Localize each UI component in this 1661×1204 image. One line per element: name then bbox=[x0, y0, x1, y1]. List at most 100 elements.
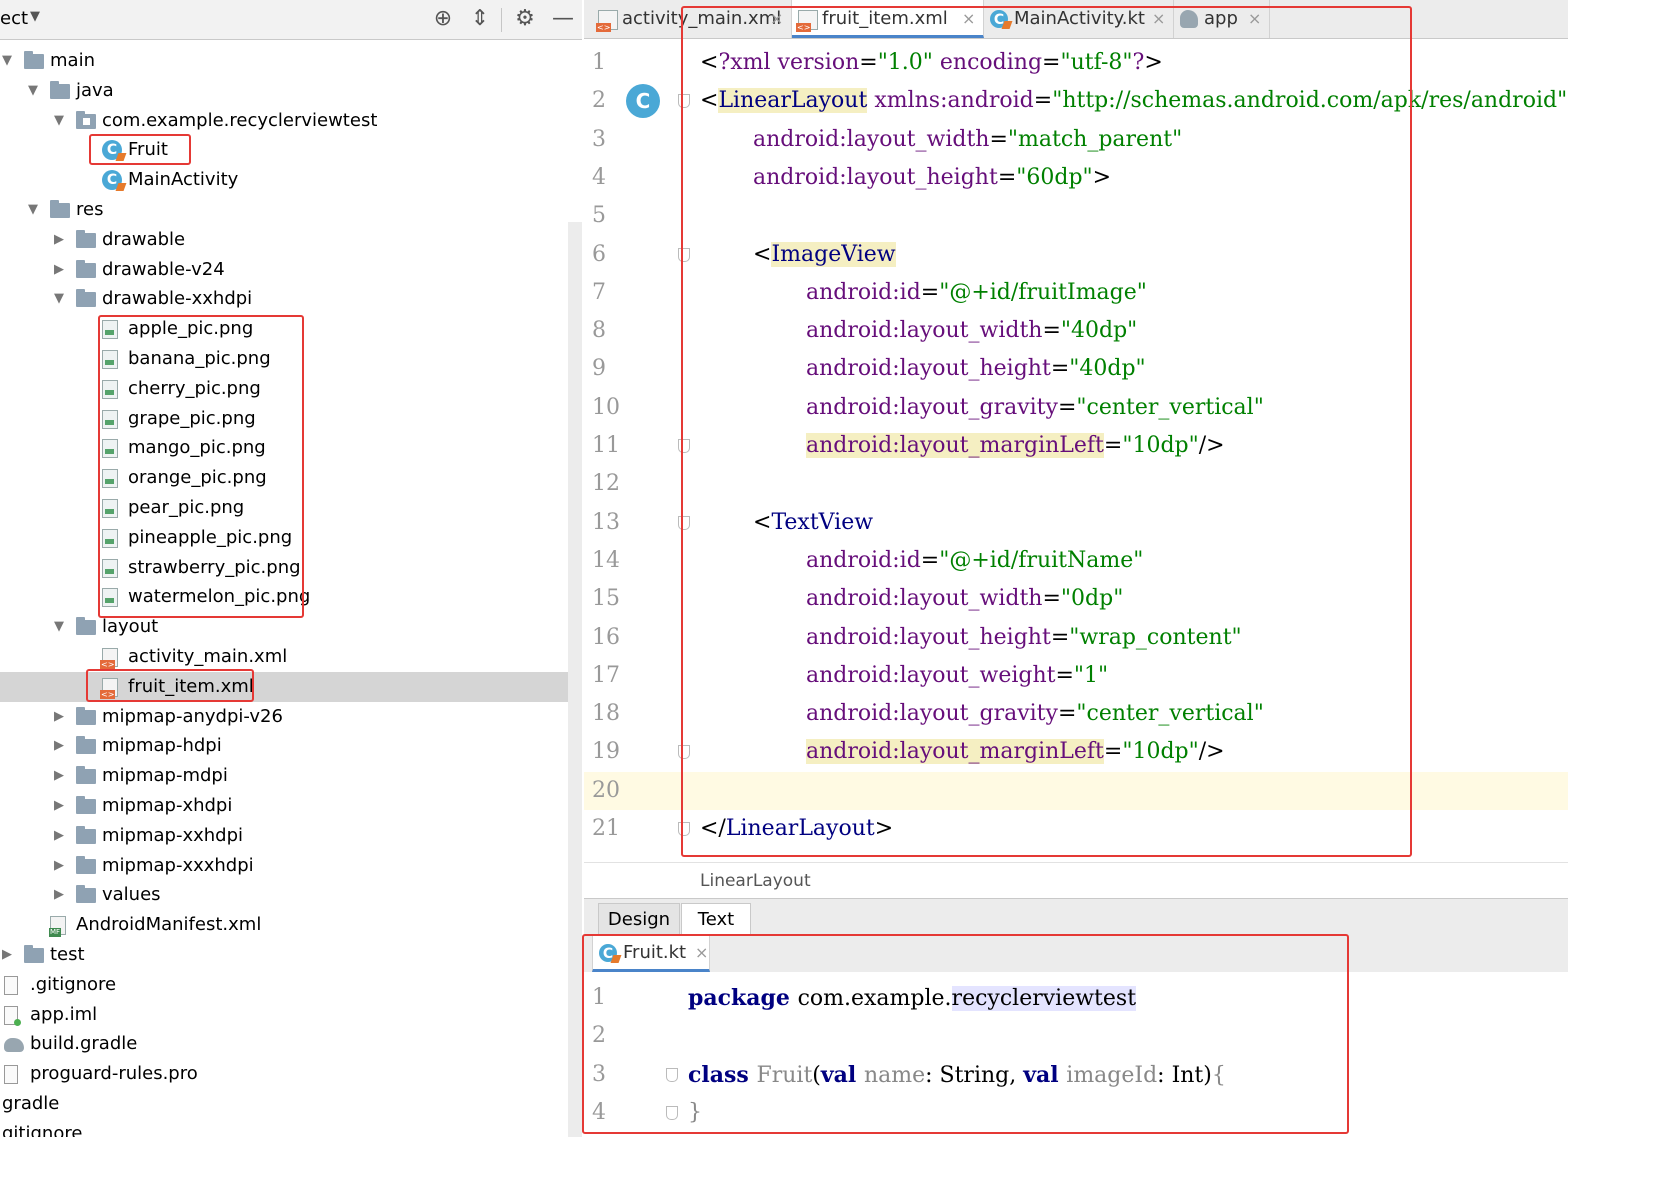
tree-item[interactable]: ▼ main bbox=[0, 46, 582, 76]
folder-icon bbox=[76, 825, 96, 844]
line-number: 6 bbox=[592, 241, 606, 267]
tree-item[interactable]: C MainActivity bbox=[0, 165, 582, 195]
tree-item-label: mipmap-mdpi bbox=[102, 765, 228, 787]
collapse-arrow-icon[interactable]: ▶ bbox=[52, 225, 66, 255]
tree-item[interactable]: activity_main.xml bbox=[0, 642, 582, 672]
line-number: 3 bbox=[592, 126, 606, 152]
tree-item-label: main bbox=[50, 50, 95, 71]
line-number: 17 bbox=[592, 662, 620, 688]
tree-item[interactable]: C Fruit bbox=[0, 135, 582, 165]
tree-item-label: mipmap-anydpi-v26 bbox=[102, 705, 283, 727]
line-number: 5 bbox=[592, 203, 606, 229]
collapse-arrow-icon[interactable]: ▶ bbox=[52, 791, 66, 821]
tree-item-label: .gitignore bbox=[30, 973, 117, 995]
line-number: 13 bbox=[592, 509, 620, 535]
collapse-arrow-icon[interactable]: ▶ bbox=[52, 761, 66, 791]
tree-item-label: AndroidManifest.xml bbox=[76, 914, 262, 936]
line-number: 4 bbox=[592, 164, 606, 190]
folder-icon bbox=[76, 617, 96, 636]
line-number: 19 bbox=[592, 739, 620, 765]
collapse-arrow-icon[interactable]: ▶ bbox=[52, 821, 66, 851]
breadcrumb: LinearLayout bbox=[584, 862, 1568, 899]
line-number: 12 bbox=[592, 471, 620, 497]
tree-item[interactable]: ▼ res bbox=[0, 195, 582, 225]
tree-item[interactable]: ▶ mipmap-mdpi bbox=[0, 761, 582, 791]
folder-icon bbox=[76, 796, 96, 814]
chevron-down-icon[interactable]: ▼ bbox=[30, 9, 40, 24]
line-number: 10 bbox=[592, 394, 620, 420]
hide-panel-icon[interactable]: — bbox=[550, 6, 576, 32]
tree-item[interactable]: ▶ drawable bbox=[0, 225, 582, 255]
tree-item-label: java bbox=[76, 79, 114, 101]
design-text-tab-bar: Design Text bbox=[584, 898, 1568, 935]
folder-icon bbox=[76, 885, 96, 904]
tree-item-label: mipmap-xhdpi bbox=[102, 795, 233, 816]
expand-arrow-icon[interactable]: ▼ bbox=[52, 284, 66, 314]
breadcrumb-item[interactable]: LinearLayout bbox=[700, 863, 811, 899]
collapse-arrow-icon[interactable]: ▶ bbox=[52, 731, 66, 761]
tree-item-label: res bbox=[76, 199, 104, 220]
collapse-arrow-icon[interactable]: ▶ bbox=[52, 702, 66, 732]
tree-item-label: build.gradle bbox=[30, 1033, 138, 1055]
tree-item[interactable]: ▼ drawable-xxhdpi bbox=[0, 284, 582, 314]
tree-item-label: mipmap-xxxhdpi bbox=[102, 854, 254, 876]
text-file-icon bbox=[4, 1065, 18, 1085]
locate-icon[interactable]: ⊕ bbox=[430, 6, 456, 32]
collapse-arrow-icon[interactable]: ▶ bbox=[52, 851, 66, 881]
tab-text[interactable]: Text bbox=[681, 903, 751, 935]
tree-item[interactable]: ▶ drawable-v24 bbox=[0, 255, 582, 285]
class-gutter-icon[interactable]: C bbox=[626, 84, 660, 118]
expand-arrow-icon[interactable]: ▼ bbox=[26, 195, 40, 225]
scrollbar[interactable] bbox=[568, 222, 582, 1137]
tree-item[interactable]: ▶ mipmap-hdpi bbox=[0, 731, 582, 761]
tree-item[interactable]: .gitignore bbox=[0, 970, 582, 1000]
tree-item[interactable]: app.iml bbox=[0, 1000, 582, 1030]
tree-item[interactable]: ▶ test bbox=[0, 940, 582, 970]
tree-item[interactable]: ▶ mipmap-xhdpi bbox=[0, 791, 582, 821]
line-number: 7 bbox=[592, 279, 606, 305]
highlight-box-images bbox=[98, 315, 304, 618]
tab-design[interactable]: Design bbox=[598, 903, 680, 935]
collapse-arrow-icon[interactable]: ▶ bbox=[52, 880, 66, 910]
tree-item[interactable]: ▶ mipmap-xxxhdpi bbox=[0, 851, 582, 881]
line-number: 18 bbox=[592, 701, 620, 727]
folder-icon bbox=[24, 945, 44, 963]
tree-item[interactable]: ▶ values bbox=[0, 880, 582, 910]
tree-item-label: activity_main.xml bbox=[128, 646, 288, 667]
tree-item-label: mipmap-xxhdpi bbox=[102, 824, 244, 846]
folder-icon bbox=[50, 80, 70, 99]
gear-icon[interactable]: ⚙ bbox=[512, 6, 538, 32]
tree-item[interactable]: AndroidManifest.xml bbox=[0, 910, 582, 940]
tree-item-label: com.example.recyclerviewtest bbox=[102, 109, 378, 131]
folder-icon bbox=[76, 289, 96, 308]
collapse-arrow-icon[interactable]: ▶ bbox=[52, 255, 66, 285]
project-view-selector[interactable]: ect bbox=[0, 8, 28, 29]
folder-icon bbox=[50, 200, 70, 218]
xml-file-icon bbox=[596, 10, 618, 32]
tree-item[interactable]: build.gradle bbox=[0, 1029, 582, 1059]
tree-item[interactable]: ▼ java bbox=[0, 76, 582, 106]
expand-arrow-icon[interactable]: ▼ bbox=[52, 106, 66, 136]
tree-item[interactable]: ▶ mipmap-anydpi-v26 bbox=[0, 702, 582, 732]
expand-arrow-icon[interactable]: ▼ bbox=[0, 46, 14, 76]
line-number: 20 bbox=[592, 777, 620, 803]
tree-item-label: proguard-rules.pro bbox=[30, 1063, 198, 1085]
line-number: 14 bbox=[592, 547, 620, 573]
collapse-all-icon[interactable]: ⇕ bbox=[467, 6, 493, 32]
package-icon bbox=[76, 110, 96, 129]
tree-item[interactable]: ▶ mipmap-xxhdpi bbox=[0, 821, 582, 851]
expand-arrow-icon[interactable]: ▼ bbox=[52, 612, 66, 642]
tree-item[interactable]: gitignore bbox=[0, 1119, 582, 1137]
tree-item[interactable]: ▼ com.example.recyclerviewtest bbox=[0, 106, 582, 136]
line-number: 1 bbox=[592, 50, 606, 75]
highlight-box-fruit-item bbox=[86, 669, 254, 702]
collapse-arrow-icon[interactable]: ▶ bbox=[0, 940, 14, 970]
line-number: 15 bbox=[592, 586, 620, 612]
folder-icon bbox=[76, 766, 96, 785]
tree-item-label: test bbox=[50, 944, 85, 965]
highlight-box-kotlin bbox=[582, 934, 1349, 1134]
expand-arrow-icon[interactable]: ▼ bbox=[26, 76, 40, 106]
tree-item[interactable]: proguard-rules.pro bbox=[0, 1059, 582, 1089]
line-number: 11 bbox=[592, 433, 620, 458]
tree-item[interactable]: gradle bbox=[0, 1089, 582, 1119]
